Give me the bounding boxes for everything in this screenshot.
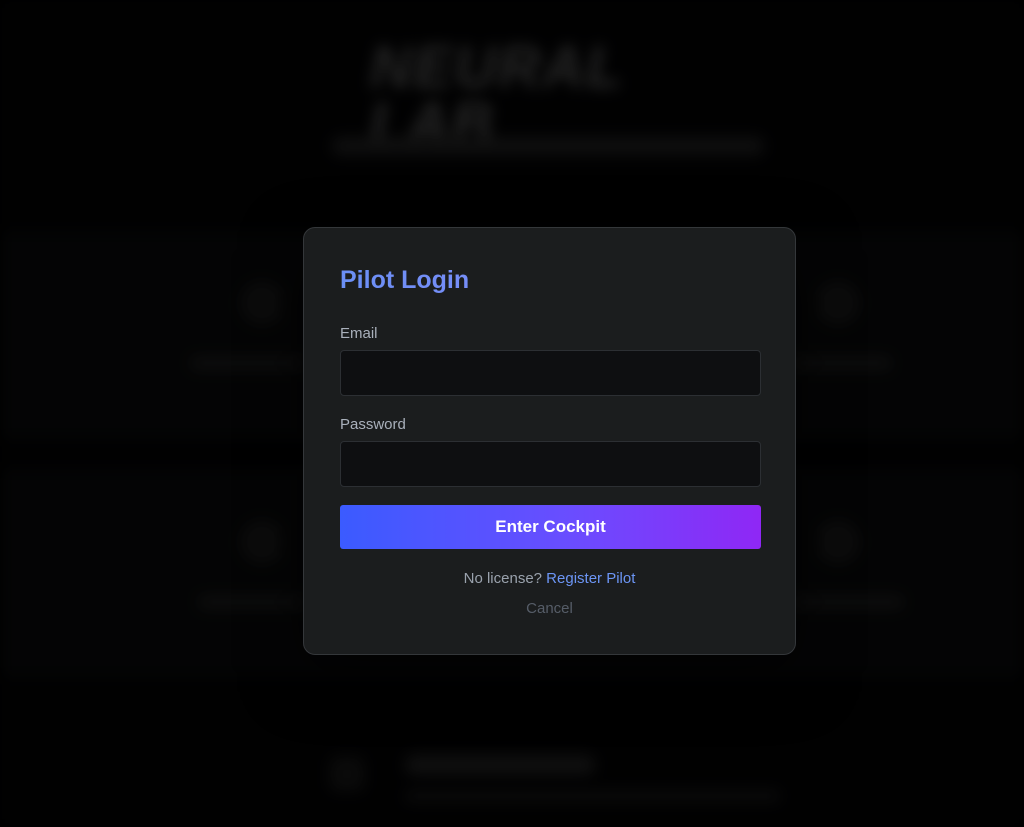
enter-cockpit-button[interactable]: Enter Cockpit [340,505,761,549]
password-label: Password [340,416,406,433]
cancel-row: Cancel [340,600,759,618]
email-input[interactable] [340,350,761,396]
register-prompt-text: No license? [463,570,547,587]
email-label: Email [340,325,378,342]
password-input[interactable] [340,441,761,487]
login-modal: Pilot Login Email Password Enter Cockpit… [303,227,796,655]
register-prompt-row: No license? Register Pilot [340,570,759,588]
modal-title: Pilot Login [340,264,759,296]
register-pilot-link[interactable]: Register Pilot [546,570,635,587]
cancel-link[interactable]: Cancel [526,600,573,617]
